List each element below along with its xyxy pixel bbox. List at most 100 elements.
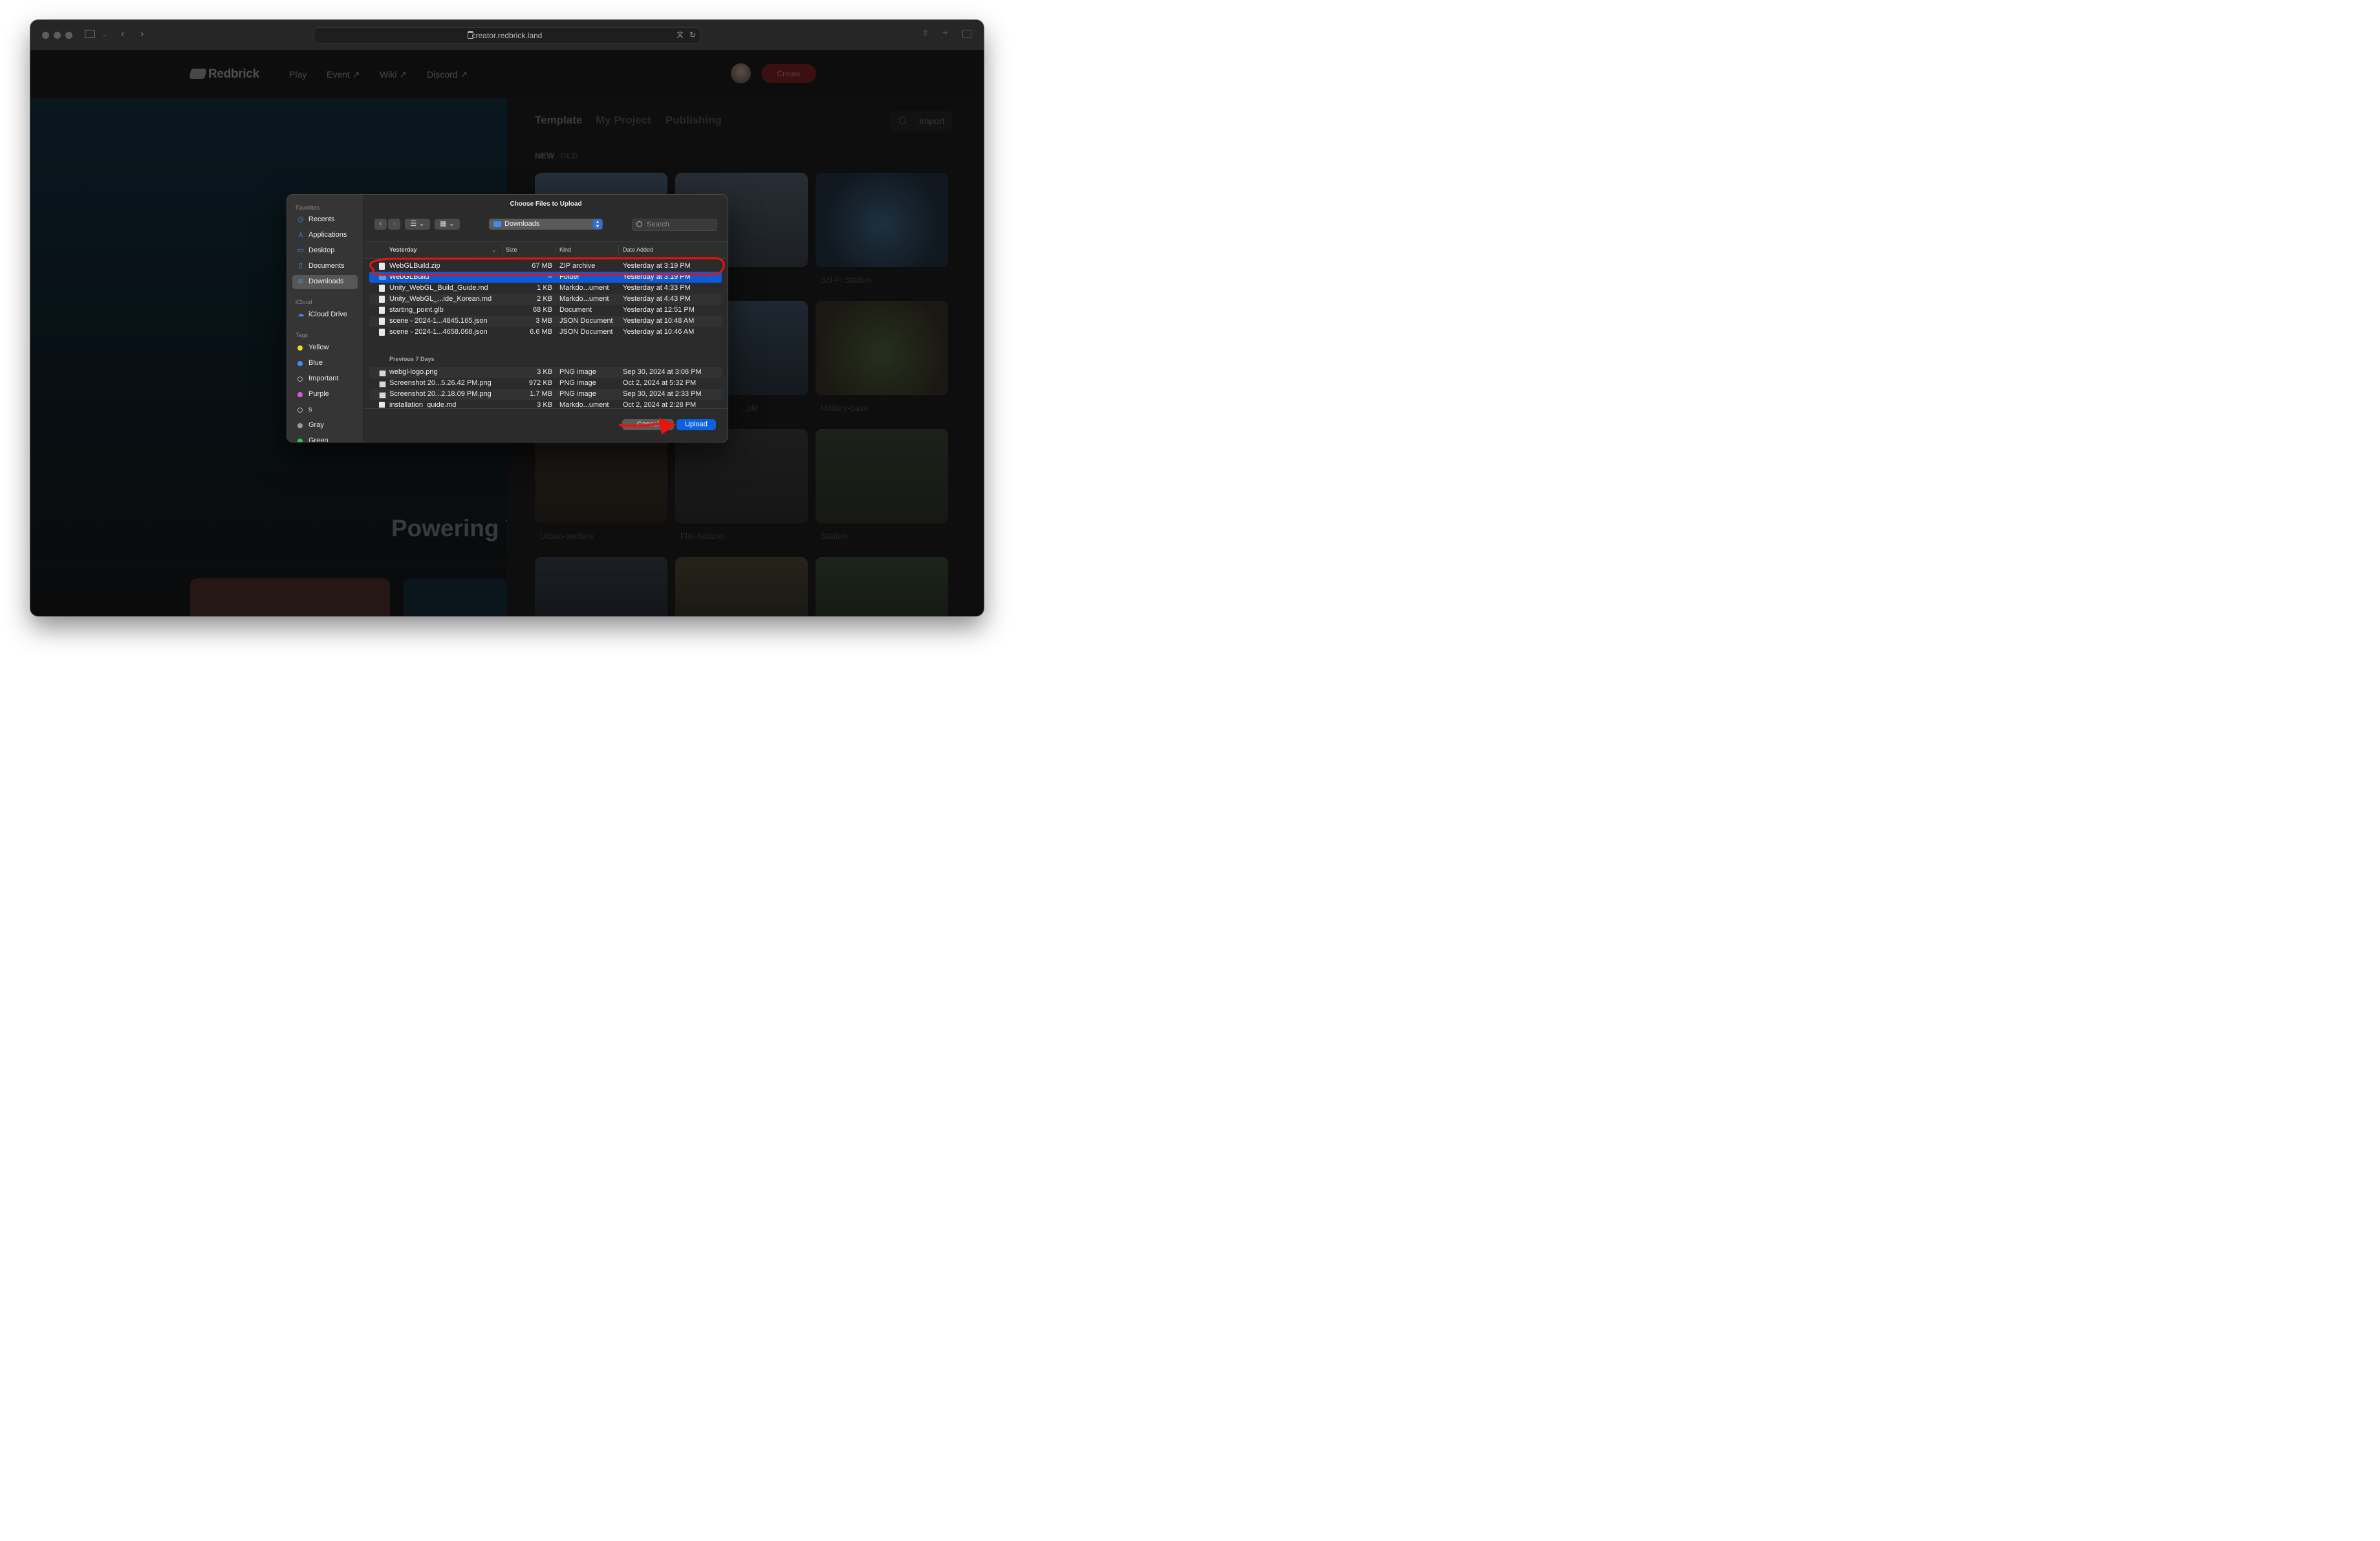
tag-label: Important	[308, 375, 339, 382]
document-icon: ▯	[298, 262, 303, 270]
list-view-icon: ☰ ⌄	[410, 220, 425, 228]
downloads-icon: ⊕	[298, 278, 304, 285]
sidebar-item-label: Documents	[308, 262, 345, 270]
file-date: Yesterday at 3:19 PM	[623, 262, 691, 270]
forward-arrow-icon[interactable]: ›	[140, 29, 144, 39]
file-date: Oct 2, 2024 at 5:32 PM	[623, 379, 697, 387]
tag-label: Gray	[308, 421, 324, 429]
file-kind: JSON Document	[559, 328, 613, 336]
dialog-title: Choose Files to Upload	[510, 201, 582, 208]
sidebar-item-desktop[interactable]: ▭ Desktop	[292, 244, 358, 258]
favorites-header: Favorites	[296, 204, 320, 211]
upload-button[interactable]: Upload	[676, 419, 716, 430]
cancel-button[interactable]: Cancel	[622, 419, 674, 430]
file-row[interactable]: webgl-logo.png 3 KB PNG image Sep 30, 2024 …	[369, 367, 722, 378]
search-icon	[636, 221, 642, 227]
file-row[interactable]: scene - 2024-1...4845.165.json 3 MB JSON D…	[369, 316, 722, 327]
green-tag-dot	[298, 439, 303, 442]
browser-toolbar: ⌄ ‹ › creator.redbrick.land 文 ↻ ⇪ +	[30, 20, 984, 50]
tag-important[interactable]: Important	[292, 372, 358, 386]
column-name[interactable]: Yesterday	[389, 246, 417, 253]
folder-icon	[379, 274, 386, 280]
browser-window: ⌄ ‹ › creator.redbrick.land 文 ↻ ⇪ + Redb…	[30, 20, 984, 616]
file-kind: PNG image	[559, 390, 596, 398]
file-kind: PNG image	[559, 379, 596, 387]
search-placeholder: Search	[647, 221, 669, 228]
column-size[interactable]: Size	[506, 246, 517, 253]
new-tab-icon[interactable]: +	[942, 28, 948, 39]
close-window-button[interactable]	[42, 32, 49, 39]
file-date: Yesterday at 4:43 PM	[623, 295, 691, 303]
minimize-window-button[interactable]	[54, 32, 61, 39]
file-row-selected[interactable]: WebGLBuild -- Folder Yesterday at 3:19 PM	[369, 272, 722, 283]
address-bar[interactable]: creator.redbrick.land 文 ↻	[314, 27, 700, 44]
tag-label: Yellow	[308, 344, 329, 351]
file-row[interactable]: Unity_WebGL_...ide_Korean.md 2 KB Markdo..…	[369, 294, 722, 305]
sidebar-item-label: Applications	[308, 231, 347, 239]
file-name: Screenshot 20...2.18.09 PM.png	[389, 390, 492, 398]
back-arrow-icon[interactable]: ‹	[121, 29, 124, 39]
back-button[interactable]: ‹	[374, 219, 387, 230]
share-icon[interactable]: ⇪	[922, 28, 929, 38]
grid-view-button[interactable]: ▦ ⌄	[435, 219, 460, 230]
tag-gray[interactable]: Gray	[292, 419, 358, 433]
empty-tag-dot	[298, 377, 303, 382]
forward-button[interactable]: ›	[388, 219, 400, 230]
file-date: Yesterday at 3:19 PM	[623, 273, 691, 281]
chevron-down-icon[interactable]: ⌄	[492, 246, 497, 254]
tab-overview-icon[interactable]	[962, 30, 971, 38]
image-icon	[379, 370, 386, 377]
tag-label: Blue	[308, 359, 323, 367]
column-date-added[interactable]: Date Added	[623, 246, 653, 253]
sidebar-toggle-icon[interactable]	[85, 30, 95, 38]
column-kind[interactable]: Kind	[559, 246, 571, 253]
column-headers: Yesterday ⌄ Size Kind Date Added	[364, 241, 728, 259]
file-date: Sep 30, 2024 at 3:08 PM	[623, 368, 702, 376]
sidebar-item-downloads[interactable]: ⊕ Downloads	[292, 275, 358, 289]
location-label: Downloads	[504, 220, 540, 228]
list-view-button[interactable]: ☰ ⌄	[405, 219, 430, 230]
tag-label: Green	[308, 437, 329, 443]
file-upload-dialog: Favorites ◷ Recents ⅄ Applications ▭ Deskto…	[287, 194, 728, 443]
file-date: Yesterday at 12:51 PM	[623, 306, 695, 314]
chevron-right-icon: ›	[393, 220, 396, 228]
zoom-window-button[interactable]	[65, 32, 72, 39]
file-row[interactable]: Screenshot 20...5.26.42 PM.png 972 KB PNG …	[369, 378, 722, 389]
reload-icon[interactable]: ↻	[689, 31, 696, 39]
chevron-down-icon[interactable]: ⌄	[102, 30, 107, 39]
applications-icon: ⅄	[298, 231, 303, 239]
sidebar-item-recents[interactable]: ◷ Recents	[292, 213, 358, 227]
empty-tag-dot	[298, 408, 303, 413]
document-icon	[379, 285, 385, 292]
sidebar-item-documents[interactable]: ▯ Documents	[292, 259, 358, 274]
search-field[interactable]: Search	[632, 219, 717, 231]
file-row[interactable]: Screenshot 20...2.18.09 PM.png 1.7 MB PNG …	[369, 389, 722, 400]
desktop-icon: ▭	[297, 246, 305, 254]
column-divider	[502, 245, 503, 254]
sidebar-item-label: Recents	[308, 215, 335, 223]
gray-tag-dot	[298, 423, 303, 428]
translate-icon[interactable]: 文	[676, 31, 684, 39]
sidebar-item-applications[interactable]: ⅄ Applications	[292, 228, 358, 243]
tag-label: Purple	[308, 390, 329, 398]
sidebar-item-label: iCloud Drive	[308, 311, 347, 318]
file-kind: Markdo...ument	[559, 401, 609, 408]
tag-yellow[interactable]: Yellow	[292, 341, 358, 355]
dialog-main: Choose Files to Upload ‹ › ☰ ⌄ ▦ ⌄ Downl…	[364, 195, 728, 442]
file-row[interactable]: starting_point.glb 68 KB Document Yesterday…	[369, 305, 722, 316]
tag-label: s	[308, 406, 312, 413]
tag-purple[interactable]: Purple	[292, 388, 358, 402]
file-row[interactable]: installation_guide.md 3 KB Markdo...ument O…	[369, 400, 722, 408]
tag-blue[interactable]: Blue	[292, 356, 358, 371]
location-popup[interactable]: Downloads ▴ ▾	[489, 219, 603, 230]
sidebar-item-icloud-drive[interactable]: ☁ iCloud Drive	[292, 308, 358, 322]
file-row[interactable]: WebGLBuild.zip 67 MB ZIP archive Yesterday …	[369, 261, 722, 272]
tag-s[interactable]: s	[292, 403, 358, 417]
file-kind: PNG image	[559, 368, 596, 376]
file-row[interactable]: scene - 2024-1...4658.068.json 6.6 MB JSON…	[369, 327, 722, 338]
file-name: starting_point.glb	[389, 306, 444, 314]
file-name: scene - 2024-1...4658.068.json	[389, 328, 488, 336]
file-row[interactable]: Unity_WebGL_Build_Guide.md 1 KB Markdo...u…	[369, 283, 722, 294]
file-size: 972 KB	[528, 379, 552, 387]
tag-green[interactable]: Green	[292, 434, 358, 443]
